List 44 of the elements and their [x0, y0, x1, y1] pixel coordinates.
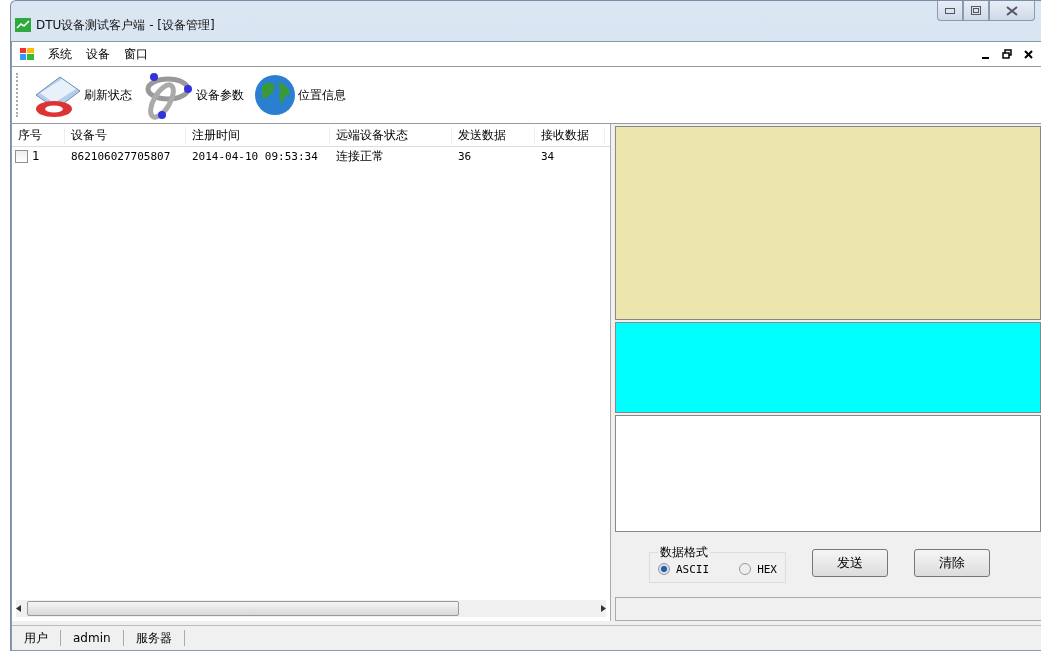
table-cell-text: 36 [457, 149, 473, 163]
column-header[interactable]: 设备号 [65, 126, 186, 144]
restore-icon[interactable] [1002, 49, 1012, 59]
column-header[interactable]: 序号 [12, 126, 65, 144]
input-field[interactable] [615, 597, 1041, 621]
table-cell-text: 2014-04-10 09:53:34 [191, 149, 319, 163]
radio-option[interactable]: HEX [739, 562, 777, 576]
menu-item[interactable]: 窗口 [124, 45, 148, 63]
column-header[interactable]: 注册时间 [186, 126, 330, 144]
menu-item[interactable]: 设备 [86, 45, 110, 63]
globe-icon [254, 74, 296, 116]
close-icon [1006, 5, 1018, 16]
close-icon[interactable] [1024, 49, 1033, 59]
right-arrow-icon[interactable] [601, 605, 606, 612]
column-header[interactable]: 接收数据 [535, 126, 605, 144]
table-cell: 1 [32, 149, 40, 163]
column-header[interactable]: 远端设备状态 [330, 126, 452, 144]
status-text: admin [61, 630, 124, 646]
table-cell-text: 连接正常 [335, 147, 385, 165]
radio-option[interactable]: ASCII [658, 562, 710, 576]
toolbar-button[interactable]: 设备参数 [138, 69, 248, 121]
horizontal-scrollbar[interactable] [16, 600, 606, 617]
window-title: DTU设备测试客户端 - [设备管理] [36, 16, 215, 34]
menu-item[interactable]: 系统 [48, 45, 72, 63]
app-icon [15, 18, 31, 32]
table-cell-text: 862106027705807 [70, 149, 172, 163]
action-button[interactable]: 发送 [812, 549, 888, 578]
mdi-child-icon [20, 48, 34, 60]
close-button[interactable] [989, 1, 1035, 21]
column-header[interactable]: 发送数据 [452, 126, 535, 144]
status-text: 服务器 [123, 630, 185, 646]
send-text-area[interactable] [615, 415, 1041, 532]
toolbar-button[interactable]: 位置信息 [250, 74, 350, 116]
table-cell-text: 34 [540, 149, 556, 163]
left-arrow-icon[interactable] [16, 605, 21, 612]
minimize-button[interactable] [937, 1, 963, 21]
action-button[interactable]: 清除 [914, 549, 990, 578]
minimize-icon [945, 7, 955, 14]
status-text: 用户 [12, 630, 61, 646]
group-label: 数据格式 [659, 543, 709, 561]
toolbar-button[interactable]: 刷新状态 [28, 71, 136, 119]
maximize-icon [971, 6, 981, 15]
row-checkbox[interactable] [15, 149, 28, 163]
maximize-button[interactable] [963, 1, 989, 21]
